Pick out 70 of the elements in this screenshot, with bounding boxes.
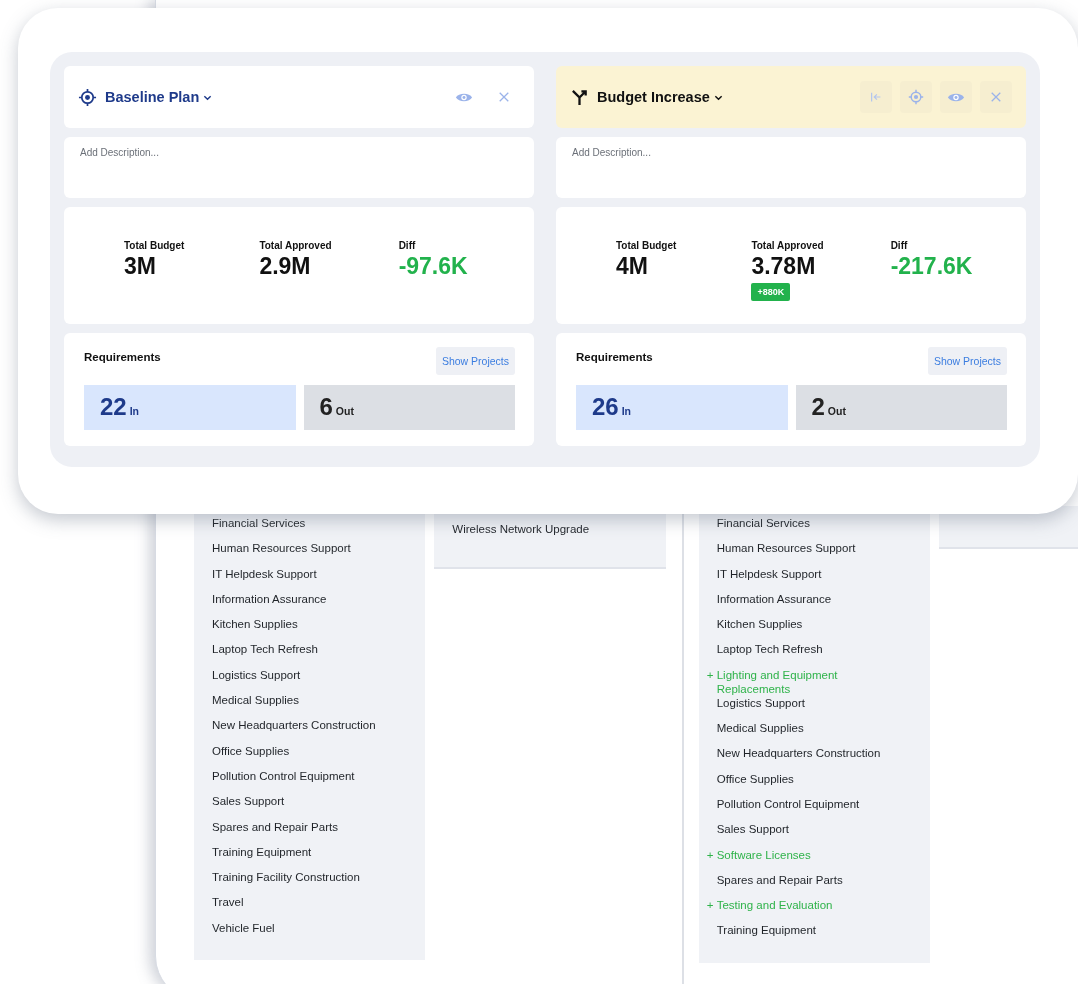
target-icon[interactable] (900, 81, 932, 113)
metric-label: Diff (398, 240, 416, 251)
list-item[interactable]: Training Equipment (716, 923, 816, 949)
list-item[interactable]: Logistics Support (716, 695, 805, 722)
added-marker: + (706, 667, 714, 682)
metric-value: 3.78M (751, 253, 816, 280)
list-item[interactable]: Wireless Network Upgrade (452, 522, 590, 548)
show-projects-button[interactable]: Show Projects (435, 347, 515, 375)
metric-label: Total Budget (616, 240, 677, 251)
list-item[interactable]: Travel (212, 895, 244, 921)
description-field[interactable]: Add Description... (64, 137, 534, 198)
list-item[interactable]: Kitchen Supplies (716, 617, 803, 643)
list-item[interactable]: Spares and Repair Parts (716, 872, 843, 899)
description-field[interactable]: Add Description... (556, 137, 1026, 198)
out-label: Out (335, 405, 354, 417)
list-item[interactable]: New Headquarters Construction (716, 746, 881, 772)
list-item[interactable]: Information Assurance (716, 591, 832, 618)
close-icon[interactable] (980, 81, 1012, 113)
requirements-title: Requirements (84, 351, 161, 363)
list-item[interactable]: Logistics Support (212, 667, 301, 694)
list-item[interactable]: Laptop Tech Refresh (716, 642, 823, 668)
metric-value: 2.9M (259, 253, 311, 280)
metric-label: Total Approved (259, 240, 332, 251)
added-marker: + (706, 847, 714, 862)
list-item[interactable]: IT Helpdesk Support (716, 566, 822, 592)
list-item[interactable]: Financial Services (212, 516, 306, 542)
requirements-title: Requirements (576, 351, 653, 363)
added-marker: + (706, 898, 714, 913)
list-item[interactable]: Laptop Tech Refresh (212, 642, 318, 668)
list-item[interactable]: Sales Support (212, 794, 285, 820)
list-item[interactable]: Medical Supplies (212, 693, 299, 719)
list-item[interactable]: Pollution Control Equipment (716, 796, 860, 823)
metric-value: 3M (124, 253, 156, 280)
metric-label: Diff (890, 240, 908, 251)
list-item[interactable]: Information Assurance (212, 591, 327, 618)
collapse-left-icon[interactable] (860, 81, 892, 113)
list-item[interactable]: Vehicle Fuel (212, 920, 275, 947)
out-label: Out (827, 405, 846, 417)
target-icon (78, 87, 97, 107)
list-item[interactable]: Pollution Control Equipment (212, 768, 355, 795)
in-label: In (129, 405, 140, 417)
list-item[interactable]: Office Supplies (212, 743, 290, 769)
list-item[interactable]: New Headquarters Construction (212, 718, 376, 744)
metric-label: Total Budget (124, 240, 185, 251)
out-count: 2 (811, 393, 825, 421)
in-count: 22 (100, 393, 127, 421)
metric-value: -217.6K (890, 253, 973, 280)
out-count: 6 (319, 393, 333, 421)
scenario-dropdown[interactable]: Budget Increase (597, 89, 723, 105)
list-item[interactable]: Human Resources Support (716, 541, 856, 567)
list-item[interactable]: Office Supplies (716, 771, 794, 797)
list-item[interactable]: Medical Supplies (716, 721, 804, 747)
list-item[interactable]: Training Equipment (212, 844, 312, 871)
metric-value: -97.6K (398, 253, 468, 280)
list-item[interactable]: IT Helpdesk Support (212, 566, 317, 592)
list-item[interactable]: Spares and Repair Parts (212, 819, 338, 845)
change-badge: +880K (751, 283, 791, 301)
metric-label: Total Approved (751, 240, 824, 251)
list-item[interactable]: Financial Services (716, 516, 811, 542)
show-projects-button[interactable]: Show Projects (927, 347, 1007, 375)
scenario-dropdown[interactable]: Baseline Plan (105, 89, 213, 105)
branch-icon (570, 87, 589, 107)
eye-icon[interactable] (940, 81, 972, 113)
list-item[interactable]: Sales Support (716, 822, 789, 848)
in-label: In (621, 405, 632, 417)
in-count: 26 (592, 393, 619, 421)
list-item[interactable]: Human Resources Support (212, 541, 351, 567)
list-item[interactable]: Kitchen Supplies (212, 617, 298, 643)
list-item[interactable]: Training Facility Construction (212, 870, 360, 896)
metric-value: 4M (616, 253, 648, 280)
